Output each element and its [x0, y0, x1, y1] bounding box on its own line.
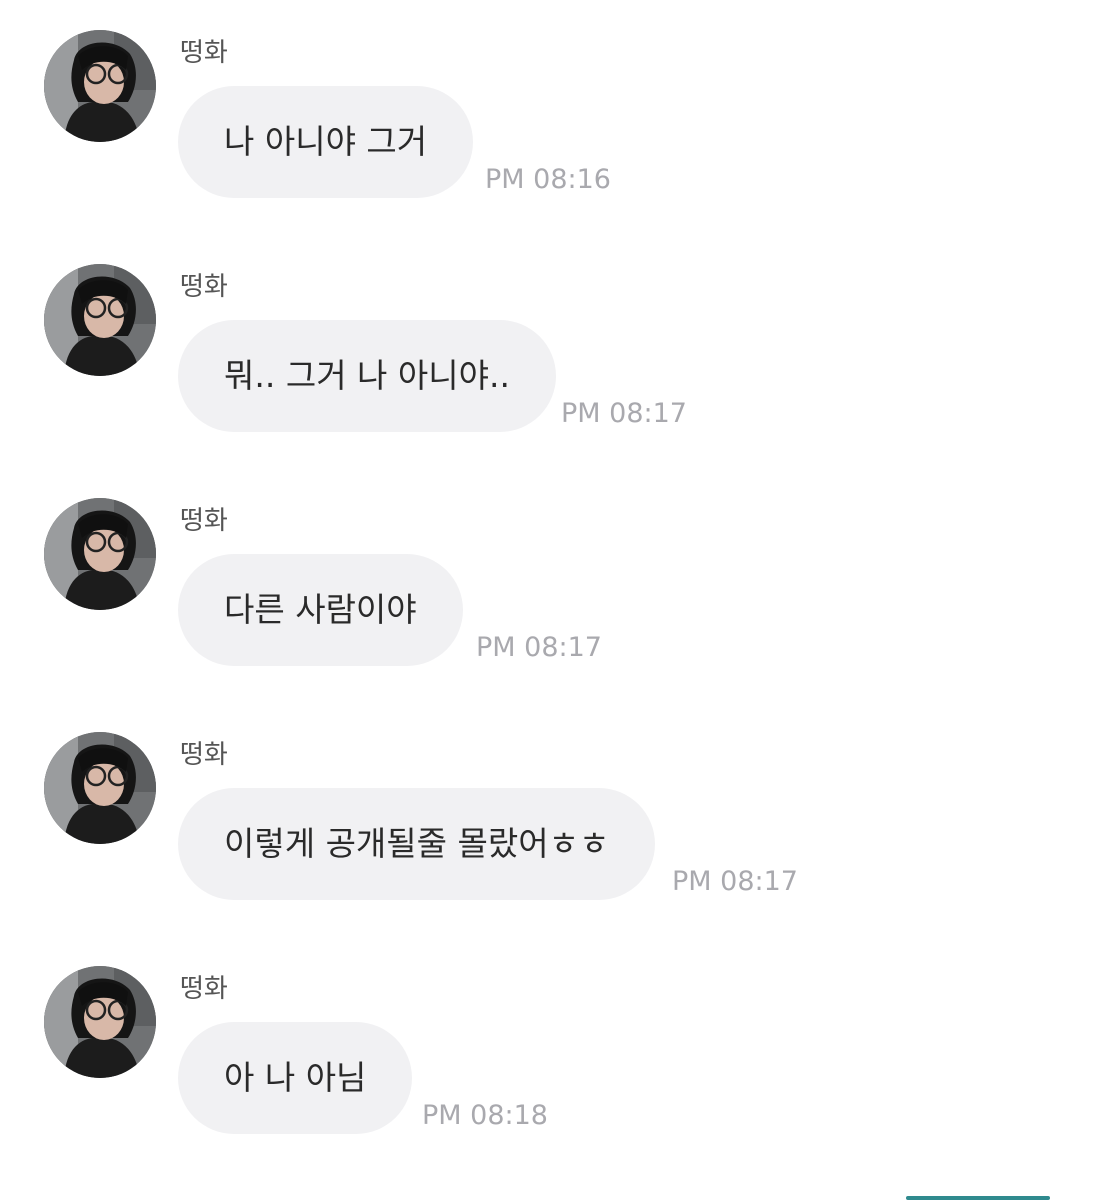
chat-thread: 떵화 나 아니야 그거 PM 08:16 떵화 뭐.. 그거 나 아니야.. P… [0, 0, 1093, 1200]
message-text: 뭐.. 그거 나 아니야.. [224, 356, 510, 395]
message-text: 아 나 아님 [224, 1058, 367, 1097]
avatar-photo-icon [44, 732, 156, 844]
avatar[interactable] [44, 30, 156, 142]
sender-name: 떵화 [180, 272, 228, 302]
message-row: 떵화 뭐.. 그거 나 아니야.. PM 08:17 [0, 234, 1093, 434]
message-row: 떵화 나 아니야 그거 PM 08:16 [0, 0, 1093, 200]
avatar[interactable] [44, 732, 156, 844]
avatar-photo-icon [44, 264, 156, 376]
message-row: 떵화 이렇게 공개될줄 몰랐어ㅎㅎ PM 08:17 [0, 702, 1093, 902]
message-bubble[interactable]: 뭐.. 그거 나 아니야.. [178, 320, 556, 432]
avatar-photo-icon [44, 30, 156, 142]
avatar[interactable] [44, 498, 156, 610]
message-timestamp: PM 08:17 [476, 632, 602, 663]
message-bubble[interactable]: 다른 사람이야 [178, 554, 463, 666]
sender-name: 떵화 [180, 974, 228, 1004]
sender-name: 떵화 [180, 38, 228, 68]
message-timestamp: PM 08:18 [422, 1100, 548, 1131]
message-bubble[interactable]: 아 나 아님 [178, 1022, 413, 1134]
avatar-photo-icon [44, 498, 156, 610]
message-timestamp: PM 08:17 [672, 866, 798, 897]
message-row: 떵화 다른 사람이야 PM 08:17 [0, 468, 1093, 668]
message-row: 떵화 아 나 아님 PM 08:18 [0, 936, 1093, 1136]
message-bubble[interactable]: 이렇게 공개될줄 몰랐어ㅎㅎ [178, 788, 656, 900]
avatar[interactable] [44, 966, 156, 1078]
sender-name: 떵화 [180, 506, 228, 536]
bottom-edge-indicator [906, 1196, 1050, 1200]
avatar-photo-icon [44, 966, 156, 1078]
message-timestamp: PM 08:16 [485, 164, 611, 195]
message-text: 다른 사람이야 [224, 590, 417, 629]
message-text: 이렇게 공개될줄 몰랐어ㅎㅎ [224, 824, 610, 863]
sender-name: 떵화 [180, 740, 228, 770]
message-bubble[interactable]: 나 아니야 그거 [178, 86, 474, 198]
message-text: 나 아니야 그거 [224, 122, 428, 161]
avatar[interactable] [44, 264, 156, 376]
message-timestamp: PM 08:17 [561, 398, 687, 429]
